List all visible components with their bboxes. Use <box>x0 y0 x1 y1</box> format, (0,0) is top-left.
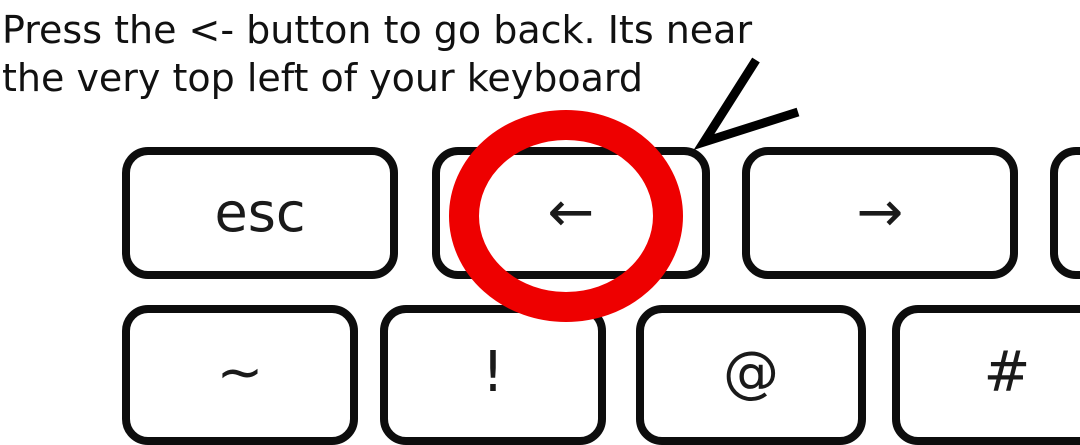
exclamation-key-label: ! <box>481 340 505 405</box>
tilde-key[interactable]: ~ <box>122 305 358 445</box>
back-arrow-icon: ← <box>547 180 595 245</box>
forward-arrow-icon: → <box>856 180 904 245</box>
instruction-text: Press the <- button to go back. Its near… <box>2 6 752 102</box>
instruction-line-2: the very top left of your keyboard <box>2 56 643 100</box>
forward-key[interactable]: → <box>742 147 1018 279</box>
instruction-line-1: Press the <- button to go back. Its near <box>2 8 753 52</box>
hash-key-label: # <box>983 340 1031 405</box>
esc-key[interactable]: esc <box>122 147 398 279</box>
hash-key[interactable]: # <box>892 305 1080 445</box>
tilde-key-label: ~ <box>216 340 264 405</box>
exclamation-key[interactable]: ! <box>380 305 606 445</box>
at-key[interactable]: @ <box>636 305 866 445</box>
back-key[interactable]: ← <box>432 147 710 279</box>
partial-key-row1[interactable] <box>1050 147 1080 279</box>
at-key-label: @ <box>723 340 779 405</box>
esc-key-label: esc <box>214 181 306 244</box>
